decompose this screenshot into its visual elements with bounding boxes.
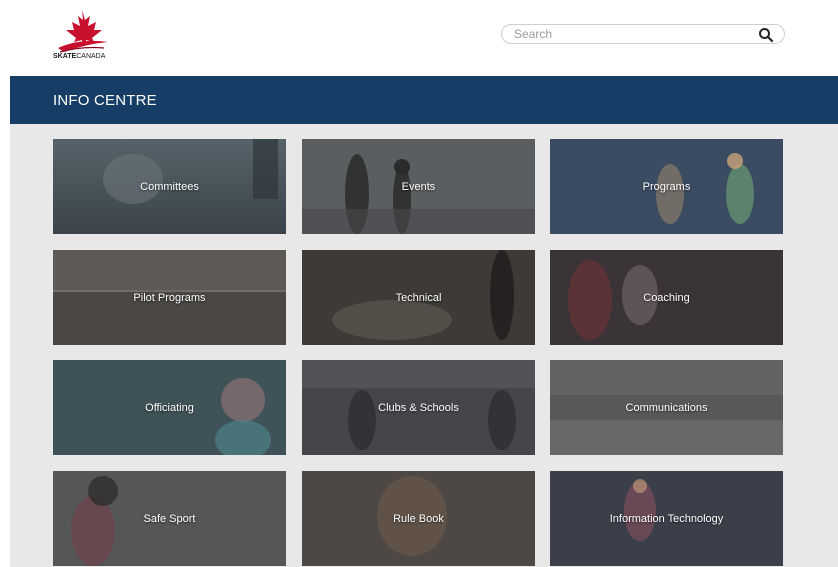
tile-label: Technical [395, 291, 442, 304]
tile-label: Communications [625, 401, 708, 414]
tile-committees[interactable]: Committees [53, 139, 286, 234]
page-title-bar: INFO CENTRE [10, 76, 838, 124]
tile-label: Committees [140, 180, 199, 193]
tile-officiating[interactable]: Officiating [53, 360, 286, 455]
site-header: SKATECANADA [0, 0, 838, 76]
tile-label: Clubs & Schools [378, 401, 459, 414]
search-input[interactable] [514, 27, 734, 41]
tile-label: Programs [642, 180, 691, 193]
tile-coaching[interactable]: Coaching [550, 250, 783, 345]
tile-clubs-schools[interactable]: Clubs & Schools [302, 360, 535, 455]
search-box[interactable] [501, 24, 785, 44]
tile-grid: Committees Events Programs Pilot Program… [10, 124, 838, 567]
tile-label: Officiating [145, 401, 194, 414]
tile-pilot-programs[interactable]: Pilot Programs [53, 250, 286, 345]
tile-label: Pilot Programs [133, 291, 206, 304]
tile-programs[interactable]: Programs [550, 139, 783, 234]
page-title: INFO CENTRE [53, 92, 157, 109]
tile-technical[interactable]: Technical [302, 250, 535, 345]
tile-rule-book[interactable]: Rule Book [302, 471, 535, 566]
tile-label: Rule Book [393, 512, 444, 525]
tile-label: Events [401, 180, 436, 193]
tile-communications[interactable]: Communications [550, 360, 783, 455]
logo-wordmark: SKATECANADA [53, 53, 106, 60]
tile-information-technology[interactable]: Information Technology [550, 471, 783, 566]
search-icon[interactable] [758, 27, 774, 43]
tile-label: Coaching [643, 291, 690, 304]
tile-events[interactable]: Events [302, 139, 535, 234]
tile-safe-sport[interactable]: Safe Sport [53, 471, 286, 566]
tile-label: Information Technology [609, 512, 724, 525]
tile-label: Safe Sport [143, 512, 196, 525]
